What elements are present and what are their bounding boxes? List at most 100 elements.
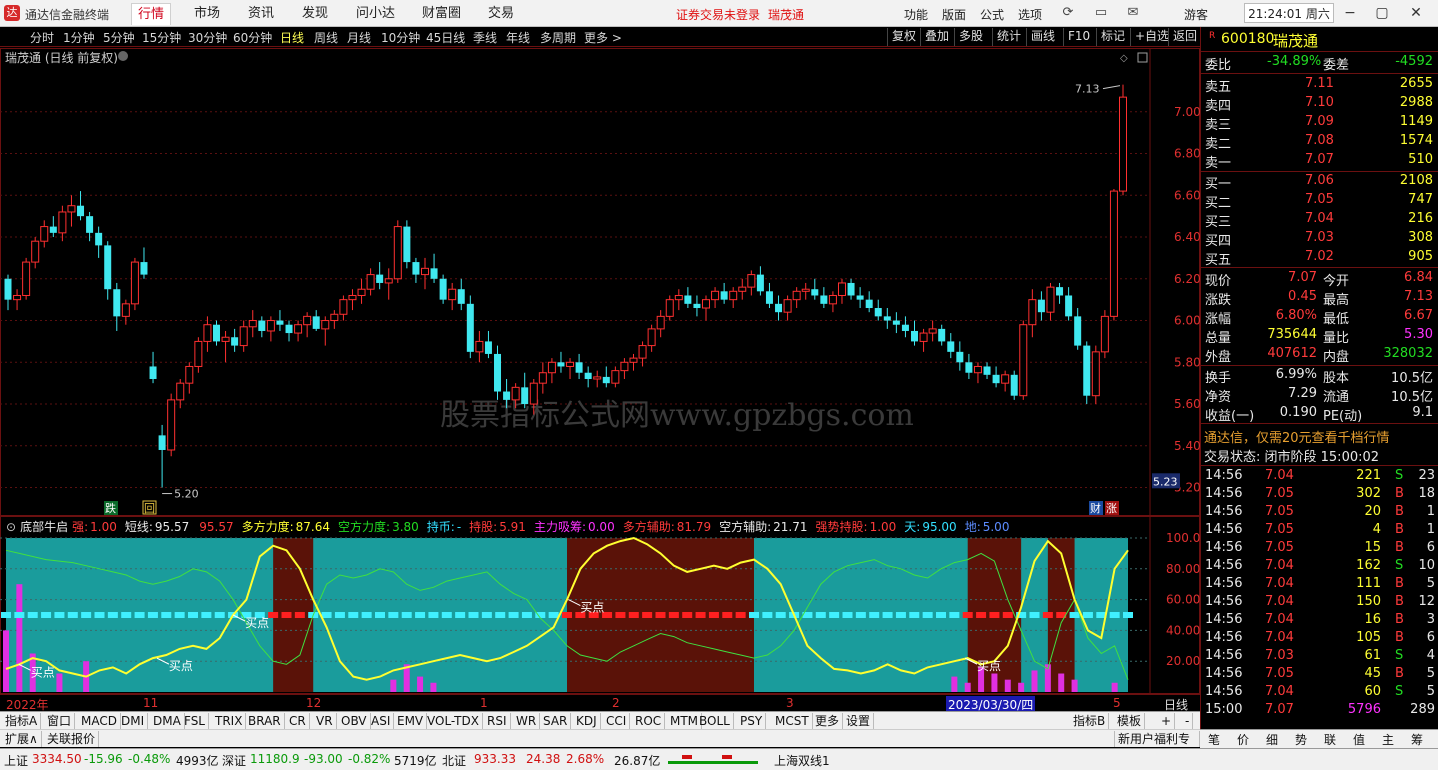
tool-diejia[interactable]: 叠加: [920, 28, 953, 46]
maximize-icon[interactable]: ▢: [1372, 4, 1392, 22]
tool-tongji[interactable]: 统计: [992, 28, 1025, 46]
close-icon[interactable]: ✕: [1406, 4, 1426, 22]
indicator-tab-right[interactable]: 模板: [1114, 713, 1146, 729]
period-more[interactable]: 更多 >: [584, 29, 622, 46]
menu-gongshi[interactable]: 公式: [980, 6, 1004, 23]
quote-tab[interactable]: 价: [1237, 731, 1249, 748]
period-1min[interactable]: 1分钟: [63, 29, 95, 46]
period-quarter[interactable]: 季线: [473, 29, 497, 46]
indicator-tab[interactable]: MACD: [78, 713, 121, 729]
refresh-icon[interactable]: ⟳: [1060, 5, 1076, 21]
indicator-tab[interactable]: DMA: [150, 713, 185, 729]
menu-gongneng[interactable]: 功能: [904, 6, 928, 23]
menu-xuanxiang[interactable]: 选项: [1018, 6, 1042, 23]
menu-banmian[interactable]: 版面: [942, 6, 966, 23]
indicator-tab[interactable]: SAR: [540, 713, 572, 729]
tool-fuquan[interactable]: 复权: [887, 28, 920, 46]
candle-down: [775, 303, 783, 313]
indicator-tab[interactable]: 指标A: [2, 713, 42, 729]
menu-shichang[interactable]: 市场: [188, 3, 226, 25]
menu-wenxiaoda[interactable]: 问小达: [350, 3, 401, 25]
indicator-tab[interactable]: BRAR: [245, 713, 285, 729]
indicator-tab[interactable]: ASI: [368, 713, 395, 729]
quote-tab[interactable]: 主: [1382, 731, 1394, 748]
candlestick-chart[interactable]: 7.00 6.80 6.60 6.40 6.20 6.00 5.80 5.60 5.40 5.20…: [0, 48, 1200, 516]
tab-expand[interactable]: 扩展∧: [2, 731, 42, 747]
nb-label[interactable]: 北证: [442, 752, 466, 769]
period-fenshi[interactable]: 分时: [30, 29, 54, 46]
indicator-tab-right[interactable]: 指标B: [1070, 713, 1110, 729]
mail-icon[interactable]: ✉: [1125, 5, 1141, 21]
indicator-tab[interactable]: CR: [286, 713, 310, 729]
stat-row: 现价 7.07 今开 6.84: [1201, 269, 1438, 289]
window-toggle-icon[interactable]: [1137, 52, 1148, 63]
tool-duogu[interactable]: 多股: [954, 28, 987, 46]
indicator-tab[interactable]: WR: [513, 713, 541, 729]
quote-tab[interactable]: 值: [1353, 731, 1365, 748]
indicator-tab[interactable]: FSL: [181, 713, 209, 729]
tool-biaoji[interactable]: 标记: [1096, 28, 1129, 46]
period-15min[interactable]: 15分钟: [142, 29, 181, 46]
indicator-tab[interactable]: KDJ: [573, 713, 601, 729]
indicator-tab[interactable]: ROC: [632, 713, 666, 729]
indicator-tab[interactable]: MCST: [772, 713, 813, 729]
indicator-tab[interactable]: VR: [313, 713, 337, 729]
period-multi[interactable]: 多周期: [540, 29, 576, 46]
quote-tab[interactable]: 筹: [1411, 731, 1423, 748]
sh-label[interactable]: 上证: [4, 752, 28, 769]
indicator-tab[interactable]: EMV: [394, 713, 428, 729]
indicator-tab[interactable]: VOL-TDX: [424, 713, 483, 729]
tool-back[interactable]: 返回: [1168, 28, 1201, 46]
indicator-tab-right[interactable]: +: [1158, 713, 1176, 729]
period-monthly[interactable]: 月线: [347, 29, 371, 46]
user-label[interactable]: 游客: [1184, 6, 1208, 23]
period-45day[interactable]: 45日线: [426, 29, 465, 46]
period-30min[interactable]: 30分钟: [188, 29, 227, 46]
indicator-tab[interactable]: 窗口: [44, 713, 76, 729]
price-tick-label: 6.20: [1174, 272, 1200, 286]
tab-related-quote[interactable]: 关联报价: [44, 731, 100, 747]
quote-tab[interactable]: 细: [1266, 731, 1278, 748]
indicator-menu-icon[interactable]: ⊙: [6, 520, 16, 534]
indicator-tab[interactable]: OBV: [338, 713, 371, 729]
promo-row[interactable]: 通达信，仅需20元查看千档行情: [1201, 426, 1438, 446]
indicator-tab-right[interactable]: -: [1182, 713, 1194, 729]
indicator-tab[interactable]: CCI: [603, 713, 631, 729]
connection-status[interactable]: 上海双线1: [774, 752, 830, 769]
indicator-tab[interactable]: 设置: [843, 713, 875, 729]
indicator-tab[interactable]: TRIX: [212, 713, 247, 729]
period-5min[interactable]: 5分钟: [103, 29, 135, 46]
indicator-chart[interactable]: 100.080.0060.0040.0020.00买点 买点买点买点买点: [0, 516, 1200, 694]
promo-text[interactable]: 通达信，仅需20元查看千档行情: [1204, 427, 1390, 446]
login-notice[interactable]: 证券交易未登录: [676, 6, 760, 23]
quote-tab[interactable]: 笔: [1208, 731, 1220, 748]
quote-tab[interactable]: 势: [1295, 731, 1307, 748]
quote-tab[interactable]: 联: [1324, 731, 1336, 748]
period-daily[interactable]: 日线: [280, 29, 304, 46]
menu-hangqing[interactable]: 行情: [131, 3, 172, 25]
tab-new-user-promo[interactable]: 新用户福利专享: [1114, 731, 1200, 762]
message-icon[interactable]: ▭: [1093, 5, 1109, 21]
menu-zixun[interactable]: 资讯: [242, 3, 280, 25]
chart-menu-icon[interactable]: [118, 51, 128, 61]
menu-faxian[interactable]: 发现: [296, 3, 334, 25]
menu-caifuquan[interactable]: 财富圈: [416, 3, 467, 25]
tool-huaxian[interactable]: 画线: [1026, 28, 1059, 46]
indicator-tab[interactable]: RSI: [484, 713, 511, 729]
tool-add-watchlist[interactable]: +自选: [1130, 28, 1173, 46]
period-year[interactable]: 年线: [506, 29, 530, 46]
indicator-tab[interactable]: DMI: [118, 713, 149, 729]
minimize-icon[interactable]: −: [1340, 4, 1360, 22]
menu-jiaoyi[interactable]: 交易: [482, 3, 520, 25]
tool-f10[interactable]: F10: [1063, 28, 1094, 46]
indicator-tab[interactable]: PSY: [737, 713, 767, 729]
period-10min[interactable]: 10分钟: [381, 29, 420, 46]
period-60min[interactable]: 60分钟: [233, 29, 272, 46]
period-weekly[interactable]: 周线: [314, 29, 338, 46]
status-block: [989, 612, 1000, 618]
indicator-name[interactable]: 底部牛启: [20, 520, 68, 534]
indicator-tab[interactable]: BOLL: [696, 713, 734, 729]
sz-label[interactable]: 深证: [222, 752, 246, 769]
bid-label: 买二: [1205, 196, 1232, 211]
indicator-tab[interactable]: 更多: [812, 713, 844, 729]
